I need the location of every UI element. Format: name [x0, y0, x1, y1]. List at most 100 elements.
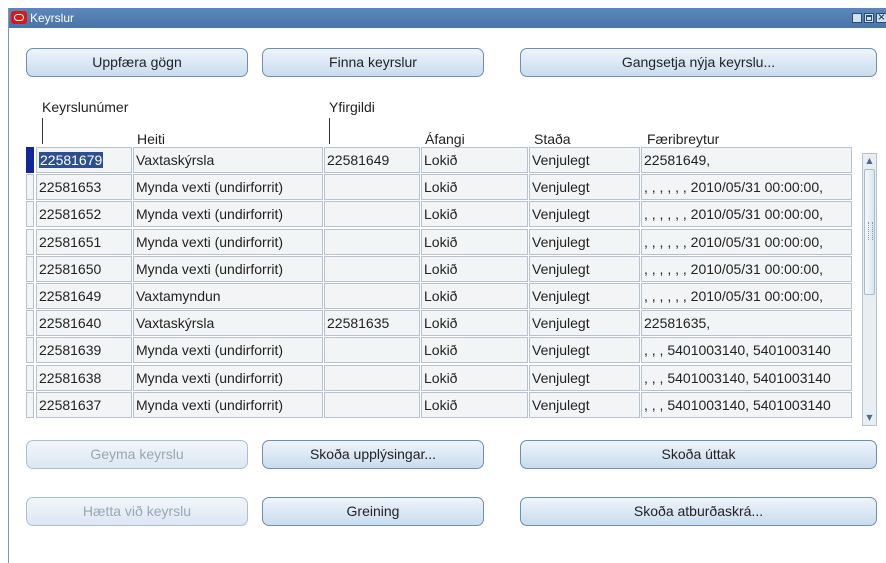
table-row[interactable]: 22581650 Mynda vexti (undirforrit) Lokið Ve… [9, 255, 859, 283]
table-row[interactable]: 22581637 Mynda vexti (undirforrit) Lokið Ve… [9, 391, 859, 419]
row-selector[interactable] [26, 201, 34, 228]
cell-status[interactable]: Venjulegt [529, 255, 640, 282]
cell-parent[interactable] [324, 391, 420, 418]
cell-parameters[interactable]: 22581649, [641, 147, 852, 173]
row-selector[interactable] [26, 228, 34, 255]
diagnostics-button[interactable]: Greining [262, 497, 484, 526]
cell-name[interactable]: Mynda vexti (undirforrit) [133, 255, 323, 282]
cell-name[interactable]: Mynda vexti (undirforrit) [133, 364, 323, 391]
cell-parameters[interactable]: , , , , , , 2010/05/31 00:00:00, [641, 255, 852, 282]
cell-phase[interactable]: Lokið [421, 201, 528, 228]
row-selector[interactable] [26, 283, 34, 309]
cell-request-id[interactable]: 22581640 [36, 310, 132, 337]
cell-parameters[interactable]: , , , , , , 2010/05/31 00:00:00, [641, 174, 852, 201]
table-row[interactable]: 22581651 Mynda vexti (undirforrit) Lokið Ve… [9, 228, 859, 256]
maximize-icon[interactable] [864, 13, 874, 23]
cell-request-id[interactable]: 22581639 [36, 337, 132, 364]
find-requests-button[interactable]: Finna keyrslur [262, 48, 484, 77]
cell-request-id[interactable]: 22581652 [36, 201, 132, 228]
cell-parent[interactable]: 22581649 [324, 147, 420, 173]
cell-name[interactable]: Mynda vexti (undirforrit) [133, 228, 323, 255]
table-row[interactable]: 22581679 Vaxtaskýrsla 22581649 Lokið Venjule… [9, 147, 859, 174]
cell-name[interactable]: Mynda vexti (undirforrit) [133, 174, 323, 201]
table-row[interactable]: 22581652 Mynda vexti (undirforrit) Lokið Ve… [9, 201, 859, 228]
row-selector[interactable] [26, 255, 34, 282]
cell-status[interactable]: Venjulegt [529, 147, 640, 173]
cell-phase[interactable]: Lokið [421, 147, 528, 173]
cell-name[interactable]: Mynda vexti (undirforrit) [133, 391, 323, 418]
cell-parameters[interactable]: 22581635, [641, 310, 852, 337]
cell-parameters[interactable]: , , , 5401003140, 5401003140 [641, 391, 852, 418]
cell-phase[interactable]: Lokið [421, 255, 528, 282]
cell-parent[interactable]: 22581635 [324, 310, 420, 337]
table-row[interactable]: 22581649 Vaxtamyndun Lokið Venjulegt , , , ,… [9, 283, 859, 310]
cell-parent[interactable] [324, 337, 420, 364]
cell-status[interactable]: Venjulegt [529, 228, 640, 255]
refresh-data-button[interactable]: Uppfæra gögn [26, 48, 248, 77]
table-row[interactable]: 22581640 Vaxtaskýrsla 22581635 Lokið Venjule… [9, 310, 859, 337]
cell-status[interactable]: Venjulegt [529, 310, 640, 337]
row-selector[interactable] [26, 174, 34, 201]
cell-request-id[interactable]: 22581638 [36, 364, 132, 391]
row-selector[interactable] [26, 391, 34, 418]
cell-request-id[interactable]: 22581650 [36, 255, 132, 282]
cell-status[interactable]: Venjulegt [529, 337, 640, 364]
cell-parameters-text: 22581635, [644, 315, 711, 332]
cell-phase[interactable]: Lokið [421, 283, 528, 309]
table-row[interactable]: 22581653 Mynda vexti (undirforrit) Lokið Ve… [9, 174, 859, 201]
cell-parent[interactable] [324, 174, 420, 201]
cell-name[interactable]: Vaxtamyndun [133, 283, 323, 309]
cell-status[interactable]: Venjulegt [529, 201, 640, 228]
title-bar[interactable]: Keyrslur × [9, 8, 886, 28]
cell-name[interactable]: Mynda vexti (undirforrit) [133, 337, 323, 364]
row-selector[interactable] [26, 364, 34, 391]
minimize-icon[interactable] [852, 13, 862, 23]
cell-request-id[interactable]: 22581637 [36, 391, 132, 418]
cell-status[interactable]: Venjulegt [529, 283, 640, 309]
cell-status[interactable]: Venjulegt [529, 364, 640, 391]
table-row[interactable]: 22581639 Mynda vexti (undirforrit) Lokið Ve… [9, 337, 859, 364]
cell-status[interactable]: Venjulegt [529, 391, 640, 418]
cell-phase[interactable]: Lokið [421, 310, 528, 337]
cell-request-id[interactable]: 22581679 [36, 147, 132, 173]
cell-parameters[interactable]: , , , , , , 2010/05/31 00:00:00, [641, 283, 852, 309]
cell-phase[interactable]: Lokið [421, 337, 528, 364]
table-scrollbar[interactable]: ▲ ▼ [862, 153, 877, 426]
cell-name[interactable]: Mynda vexti (undirforrit) [133, 201, 323, 228]
submit-new-request-button[interactable]: Gangsetja nýja keyrslu... [520, 48, 877, 77]
up-arrow-icon[interactable]: ▲ [863, 154, 876, 168]
cell-parameters[interactable]: , , , 5401003140, 5401003140 [641, 337, 852, 364]
cell-phase[interactable]: Lokið [421, 174, 528, 201]
hold-request-button[interactable]: Geyma keyrslu [26, 440, 248, 469]
view-log-button[interactable]: Skoða atburðaskrá... [520, 497, 877, 526]
cell-phase[interactable]: Lokið [421, 391, 528, 418]
close-icon[interactable]: × [876, 13, 886, 23]
cell-name[interactable]: Vaxtaskýrsla [133, 310, 323, 337]
scroll-thumb[interactable] [864, 169, 875, 295]
cell-status-text: Venjulegt [532, 342, 590, 359]
cell-parent[interactable] [324, 255, 420, 282]
cell-request-id[interactable]: 22581649 [36, 283, 132, 309]
down-arrow-icon[interactable]: ▼ [863, 411, 876, 425]
cell-parent[interactable] [324, 201, 420, 228]
cancel-request-button[interactable]: Hætta við keyrslu [26, 497, 248, 526]
row-selector[interactable] [26, 337, 34, 364]
cell-request-id[interactable]: 22581651 [36, 228, 132, 255]
cell-parameters[interactable]: , , , , , , 2010/05/31 00:00:00, [641, 228, 852, 255]
table-row[interactable]: 22581638 Mynda vexti (undirforrit) Lokið Ve… [9, 364, 859, 392]
cell-parameters[interactable]: , , , , , , 2010/05/31 00:00:00, [641, 201, 852, 228]
cell-status[interactable]: Venjulegt [529, 174, 640, 201]
cell-phase[interactable]: Lokið [421, 228, 528, 255]
cell-name[interactable]: Vaxtaskýrsla [133, 147, 323, 173]
cell-parent[interactable] [324, 228, 420, 255]
view-details-button[interactable]: Skoða upplýsingar... [262, 440, 484, 469]
cell-phase[interactable]: Lokið [421, 364, 528, 391]
row-selector[interactable] [26, 310, 34, 337]
cell-request-id[interactable]: 22581653 [36, 174, 132, 201]
cell-parent[interactable] [324, 283, 420, 309]
cell-parent[interactable] [324, 364, 420, 391]
view-output-button[interactable]: Skoða úttak [520, 440, 877, 469]
cell-parameters[interactable]: , , , 5401003140, 5401003140 [641, 364, 852, 391]
cell-parameters-text: , , , , , , 2010/05/31 00:00:00, [644, 288, 824, 304]
row-selector[interactable] [26, 147, 34, 173]
